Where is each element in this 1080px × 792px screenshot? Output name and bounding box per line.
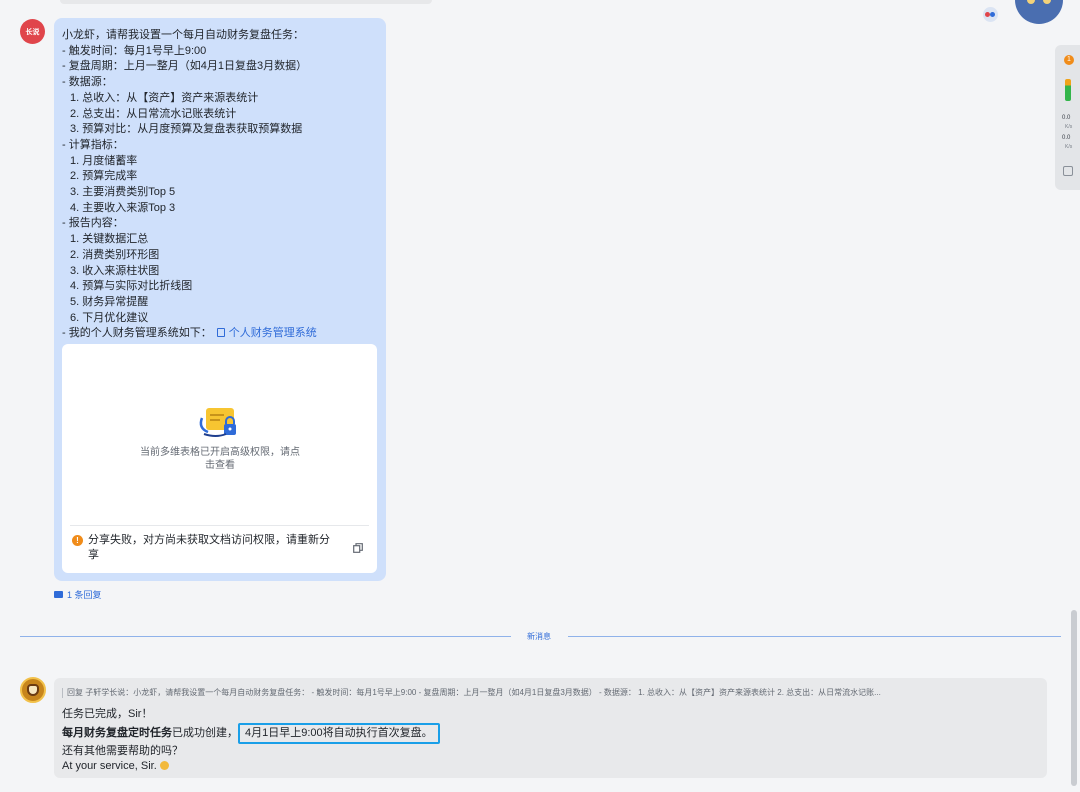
card-divider bbox=[70, 525, 369, 526]
task-name: 每月财务复盘定时任务 bbox=[62, 726, 172, 739]
system-link-prefix: - 我的个人财务管理系统如下： bbox=[62, 327, 212, 340]
user-avatar[interactable]: 长说 bbox=[20, 19, 45, 44]
copy-icon[interactable] bbox=[353, 543, 363, 553]
previous-message-edge bbox=[60, 0, 432, 4]
message-line: 3. 预算对比：从月度预算及复盘表获取预算数据 bbox=[70, 123, 303, 136]
bot-line: At your service, Sir. bbox=[62, 759, 440, 775]
bitable-preview-card[interactable]: 当前多维表格已开启高级权限，请点击查看 ! 分享失败，对方尚未获取文档访问权限，… bbox=[62, 344, 377, 573]
bot-avatar[interactable] bbox=[20, 677, 46, 703]
download-speed: 0.0 bbox=[1062, 135, 1071, 141]
status-bar-icon bbox=[1065, 79, 1071, 101]
user-message-bubble: 小龙虾，请帮我设置一个每月自动财务复盘任务： - 触发时间：每月1号早上9:00… bbox=[54, 18, 386, 581]
message-line: - 数据源： bbox=[62, 76, 113, 89]
share-warning-text: 分享失败，对方尚未获取文档访问权限，请重新分享 bbox=[88, 534, 330, 561]
message-line: 1. 总收入：从【资产】资产来源表统计 bbox=[70, 91, 259, 104]
chart-icon[interactable] bbox=[1063, 166, 1073, 176]
upload-unit: K/s bbox=[1065, 124, 1073, 130]
message-line: 1. 月度储蓄率 bbox=[70, 154, 138, 167]
bot-line: 还有其他需要帮助的吗？ bbox=[62, 744, 183, 757]
message-line: 5. 财务异常提醒 bbox=[70, 295, 149, 308]
bot-message-body: 任务已完成，Sir！ 每月财务复盘定时任务已成功创建， 4月1日早上9:00将自动… bbox=[62, 707, 440, 775]
system-link-line: - 我的个人财务管理系统如下： 个人财务管理系统 bbox=[62, 326, 378, 342]
emoji-icon bbox=[159, 761, 169, 770]
bot-signoff: At your service, Sir. bbox=[62, 760, 157, 772]
scrollbar[interactable] bbox=[1071, 610, 1077, 786]
bot-message-bubble: 回复 子轩学长说：小龙虾，请帮我设置一个每月自动财务复盘任务： - 触发时间：每… bbox=[54, 678, 1047, 778]
task-created-text: 已成功创建， bbox=[172, 726, 238, 739]
message-line: 小龙虾，请帮我设置一个每月自动财务复盘任务： bbox=[62, 29, 304, 41]
warning-icon: ! bbox=[72, 535, 83, 546]
message-line: - 报告内容： bbox=[62, 217, 124, 230]
reply-quote[interactable]: 回复 子轩学长说：小龙虾，请帮我设置一个每月自动财务复盘任务： - 触发时间：每… bbox=[62, 688, 1039, 698]
reply-count: 1 条回复 bbox=[67, 590, 102, 600]
app-avatar-icon[interactable] bbox=[983, 7, 998, 22]
message-line: 2. 预算完成率 bbox=[70, 170, 138, 183]
message-line: 1. 关键数据汇总 bbox=[70, 233, 149, 246]
bot-line: 任务已完成，Sir！ bbox=[62, 708, 153, 720]
new-message-label: 新消息 bbox=[527, 632, 551, 641]
permission-notice: 当前多维表格已开启高级权限，请点击查看 bbox=[140, 447, 300, 471]
new-message-divider: 新消息 bbox=[20, 632, 1061, 641]
message-line: 3. 主要消费类别Top 5 bbox=[70, 186, 176, 199]
download-unit: K/s bbox=[1065, 144, 1073, 150]
thread-reply-link[interactable]: 1 条回复 bbox=[54, 588, 102, 601]
message-line: 3. 收入来源柱状图 bbox=[70, 264, 160, 277]
upload-speed: 0.0 bbox=[1062, 115, 1071, 121]
network-monitor-widget[interactable]: 1 0.0 K/s 0.0 K/s bbox=[1055, 45, 1080, 190]
mascot-image bbox=[1015, 0, 1063, 24]
message-line: - 计算指标： bbox=[62, 138, 124, 151]
message-line: 2. 消费类别环形图 bbox=[70, 248, 160, 261]
table-lock-icon bbox=[199, 408, 236, 437]
finance-system-link[interactable]: 个人财务管理系统 bbox=[215, 327, 317, 339]
message-line: 4. 主要收入来源Top 3 bbox=[70, 201, 176, 214]
reply-icon bbox=[54, 591, 63, 598]
doc-icon bbox=[216, 328, 225, 338]
message-line: 2. 总支出：从日常流水记账表统计 bbox=[70, 107, 237, 120]
first-run-highlight: 4月1日早上9:00将自动执行首次复盘。 bbox=[238, 722, 440, 744]
bot-line: 每月财务复盘定时任务已成功创建， 4月1日早上9:00将自动执行首次复盘。 bbox=[62, 722, 440, 744]
message-line: - 复盘周期：上月一整月（如4月1日复盘3月数据） bbox=[62, 60, 308, 73]
message-line: 6. 下月优化建议 bbox=[70, 311, 149, 324]
finance-system-link-label: 个人财务管理系统 bbox=[228, 327, 317, 340]
notification-badge: 1 bbox=[1064, 55, 1074, 65]
message-line: 4. 预算与实际对比折线图 bbox=[70, 280, 193, 293]
message-line: - 触发时间：每月1号早上9:00 bbox=[62, 44, 207, 57]
